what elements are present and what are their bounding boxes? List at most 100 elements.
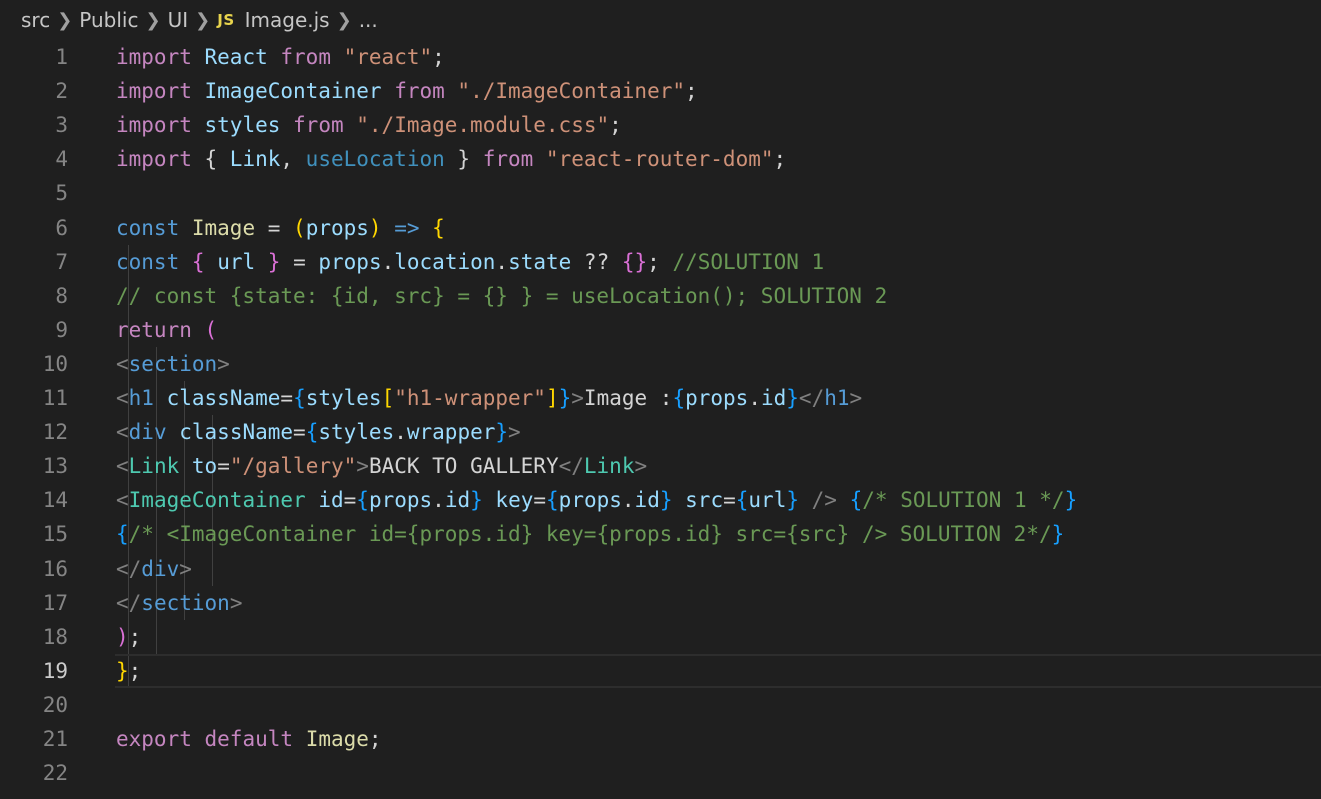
code-token: section (141, 590, 230, 615)
code-token: > (571, 386, 584, 410)
code-token: default (204, 727, 294, 751)
code-token: state (508, 249, 572, 274)
code-token: id (318, 488, 344, 513)
code-line[interactable]: export default Image; (116, 722, 382, 756)
code-token: = (280, 249, 319, 274)
code-token: import (116, 113, 192, 138)
code-editor[interactable]: 1 import React from "react"; 2 import Image… (0, 40, 1321, 799)
line-number: 4 (55, 147, 68, 172)
code-line[interactable]: import React from "react"; (116, 40, 445, 74)
code-token: { (191, 249, 205, 274)
code-token: Link (128, 454, 180, 479)
code-token: { (546, 488, 559, 513)
breadcrumb-overflow[interactable]: ... (359, 8, 378, 32)
code-token: BACK TO GALLERY (368, 454, 559, 479)
chevron-right-icon: ❯ (145, 9, 161, 31)
code-line[interactable]: <ImageContainer id={props.id} key={props… (116, 483, 1077, 517)
code-token: } (495, 420, 509, 445)
code-token: h1 (128, 386, 154, 410)
code-token: const (116, 249, 180, 274)
code-token: "react-router-dom" (545, 147, 774, 172)
code-token: </ (558, 454, 584, 479)
code-token: } (1064, 488, 1078, 513)
code-line[interactable]: </div> (116, 552, 192, 586)
code-line[interactable]: </section> (116, 586, 242, 620)
code-line[interactable]: <h1 className={styles["h1-wrapper"]}>Ima… (116, 381, 862, 415)
breadcrumb-item-ui[interactable]: UI (168, 8, 189, 32)
code-line[interactable]: <div className={styles.wrapper}> (116, 415, 521, 449)
code-line[interactable]: }; (116, 654, 141, 688)
line-number: 20 (42, 692, 68, 717)
line-number: 18 (42, 624, 68, 649)
code-token: Image (305, 727, 369, 751)
code-token: props (368, 488, 433, 513)
line-number: 17 (42, 590, 68, 615)
line-number: 8 (55, 283, 68, 308)
code-token: < (116, 386, 129, 410)
code-line[interactable]: {/* <ImageContainer id={props.id} key={p… (116, 517, 1064, 551)
code-line[interactable]: import ImageContainer from "./ImageConta… (116, 74, 698, 108)
code-token: ; (647, 249, 673, 274)
code-token: { (735, 488, 749, 513)
code-token: ; (432, 45, 445, 69)
breadcrumb-item-file[interactable]: Image.js (245, 8, 330, 32)
code-token: = (723, 488, 736, 513)
code-line[interactable]: const Image = (props) => { (116, 211, 445, 245)
line-number: 21 (42, 727, 68, 751)
code-token: . (748, 386, 761, 410)
code-line[interactable]: ); (116, 620, 141, 654)
code-token: { (305, 420, 319, 445)
code-token: < (116, 488, 129, 513)
code-token: props (318, 249, 382, 274)
code-token: } (558, 386, 572, 410)
code-token: import (116, 45, 192, 69)
line-number: 13 (42, 454, 68, 479)
code-token: /> (811, 488, 837, 513)
code-token: { (849, 488, 863, 513)
line-number: 5 (55, 181, 68, 206)
code-token: url (217, 249, 256, 274)
code-token: props (685, 386, 749, 410)
code-token: React (204, 45, 268, 69)
code-token: . (381, 249, 395, 274)
code-token: import (116, 79, 192, 104)
code-token: className (179, 420, 294, 445)
code-token: > (179, 556, 192, 581)
breadcrumb-item-src[interactable]: src (21, 8, 50, 32)
code-token: "./ImageContainer" (457, 79, 685, 104)
line-number: 1 (55, 45, 68, 69)
code-token: } (470, 488, 483, 513)
code-token: </ (116, 556, 142, 581)
code-line[interactable]: <Link to="/gallery">BACK TO GALLERY</Lin… (116, 449, 647, 483)
code-token: } (786, 488, 799, 513)
code-token: from (482, 147, 534, 172)
code-token: ImageContainer (204, 79, 382, 104)
breadcrumb-item-public[interactable]: Public (79, 8, 138, 32)
code-token: . (394, 420, 407, 445)
line-number: 11 (42, 386, 68, 410)
code-line[interactable]: import { Link, useLocation } from "react… (116, 142, 786, 176)
code-token: { (356, 488, 369, 513)
code-token: useLocation (305, 147, 445, 172)
code-token: styles (204, 113, 281, 138)
code-line[interactable]: import styles from "./Image.module.css"; (116, 108, 622, 142)
code-line[interactable]: return ( (116, 313, 217, 347)
code-line[interactable]: const { url } = props.location.state ?? … (116, 245, 824, 279)
code-token: {} (621, 249, 648, 274)
code-token: > (229, 590, 243, 615)
code-token: < (116, 351, 129, 376)
code-token: } (1051, 522, 1065, 547)
code-line[interactable]: <section> (116, 347, 230, 381)
code-token: props (558, 488, 622, 513)
line-number: 7 (55, 249, 68, 274)
code-line[interactable]: // const {state: {id, src} = {} } = useL… (116, 279, 887, 313)
code-token: > (356, 454, 369, 479)
